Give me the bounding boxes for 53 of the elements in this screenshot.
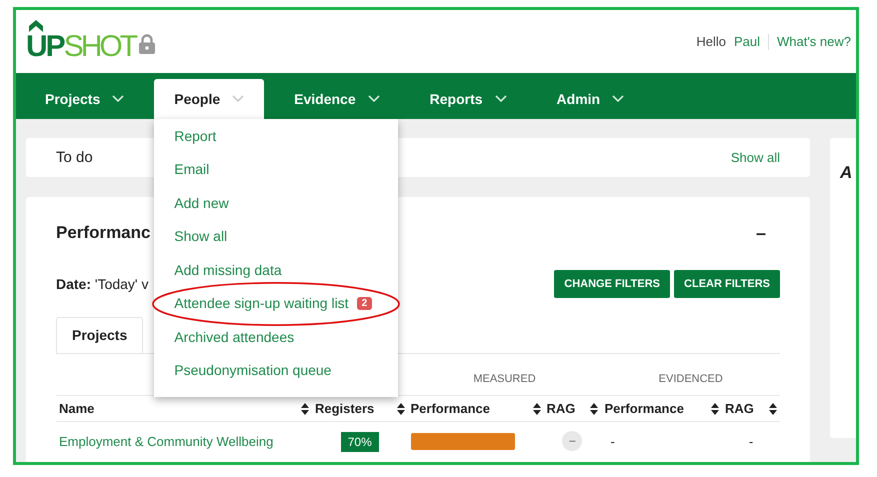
- group-header: EVIDENCED: [658, 373, 723, 385]
- sort-icon[interactable]: [301, 402, 309, 414]
- card-title: A: [840, 163, 852, 182]
- whats-new-link[interactable]: What's new?: [776, 34, 851, 49]
- logo-text: SHOT: [64, 30, 136, 64]
- column-header[interactable]: Name: [59, 401, 94, 416]
- menu-item[interactable]: Report: [174, 128, 216, 144]
- filter-button[interactable]: CLEAR FILTERS: [674, 270, 780, 298]
- caret-icon[interactable]: [612, 95, 624, 103]
- menu-item[interactable]: Add new: [174, 194, 229, 211]
- menu-item[interactable]: Add missing data: [174, 262, 282, 278]
- caret-icon[interactable]: [368, 95, 380, 103]
- tab[interactable]: Projects: [56, 317, 144, 353]
- caret-icon[interactable]: [494, 95, 507, 103]
- project-link[interactable]: Employment & Community Wellbeing: [59, 434, 274, 448]
- registers-badge: 70%: [340, 432, 379, 452]
- collapse-button[interactable]: –: [756, 222, 766, 244]
- nav-tab[interactable]: People: [154, 79, 264, 119]
- menu-item[interactable]: Pseudonymisation queue: [174, 362, 332, 378]
- nav-tab[interactable]: Reports: [410, 79, 527, 119]
- caret-icon[interactable]: [112, 95, 124, 103]
- nav-tab[interactable]: Admin: [536, 79, 644, 119]
- menu-item[interactable]: Email: [174, 161, 210, 178]
- card-title: To do: [56, 149, 93, 166]
- filter-button[interactable]: CHANGE FILTERS: [554, 270, 670, 298]
- greeting-text: Hello: [696, 34, 726, 49]
- column-header[interactable]: RAG: [546, 401, 576, 416]
- menu-item[interactable]: Show all: [174, 228, 228, 244]
- user-link[interactable]: Paul: [734, 34, 760, 49]
- sort-icon[interactable]: [532, 402, 540, 414]
- nav-tab[interactable]: Projects: [25, 79, 144, 119]
- nav-tab[interactable]: Evidence: [274, 79, 400, 119]
- card-title: Performanc: [56, 223, 150, 243]
- lock-icon: [139, 34, 156, 54]
- arrow-up-icon: [29, 20, 43, 32]
- sort-icon[interactable]: [710, 402, 719, 414]
- show-all-link[interactable]: Show all: [730, 150, 780, 165]
- count-badge: 2: [356, 296, 372, 310]
- column-header[interactable]: Performance: [604, 401, 684, 416]
- date-text: Date: 'Today' v: [56, 276, 148, 292]
- sort-icon[interactable]: [590, 402, 598, 414]
- column-header[interactable]: Registers: [315, 401, 374, 416]
- rag-indicator: –: [562, 431, 582, 451]
- sort-icon[interactable]: [396, 402, 404, 414]
- sort-icon[interactable]: [769, 402, 777, 414]
- logo-text: UP: [26, 30, 64, 64]
- table-cell: -: [748, 434, 754, 448]
- column-header[interactable]: Performance: [410, 401, 490, 416]
- menu-item[interactable]: Archived attendees: [174, 328, 294, 345]
- group-header: MEASURED: [473, 373, 536, 385]
- column-header[interactable]: RAG: [724, 401, 754, 416]
- table-cell: -: [610, 434, 615, 448]
- menu-item[interactable]: Attendee sign-up waiting list: [174, 295, 349, 312]
